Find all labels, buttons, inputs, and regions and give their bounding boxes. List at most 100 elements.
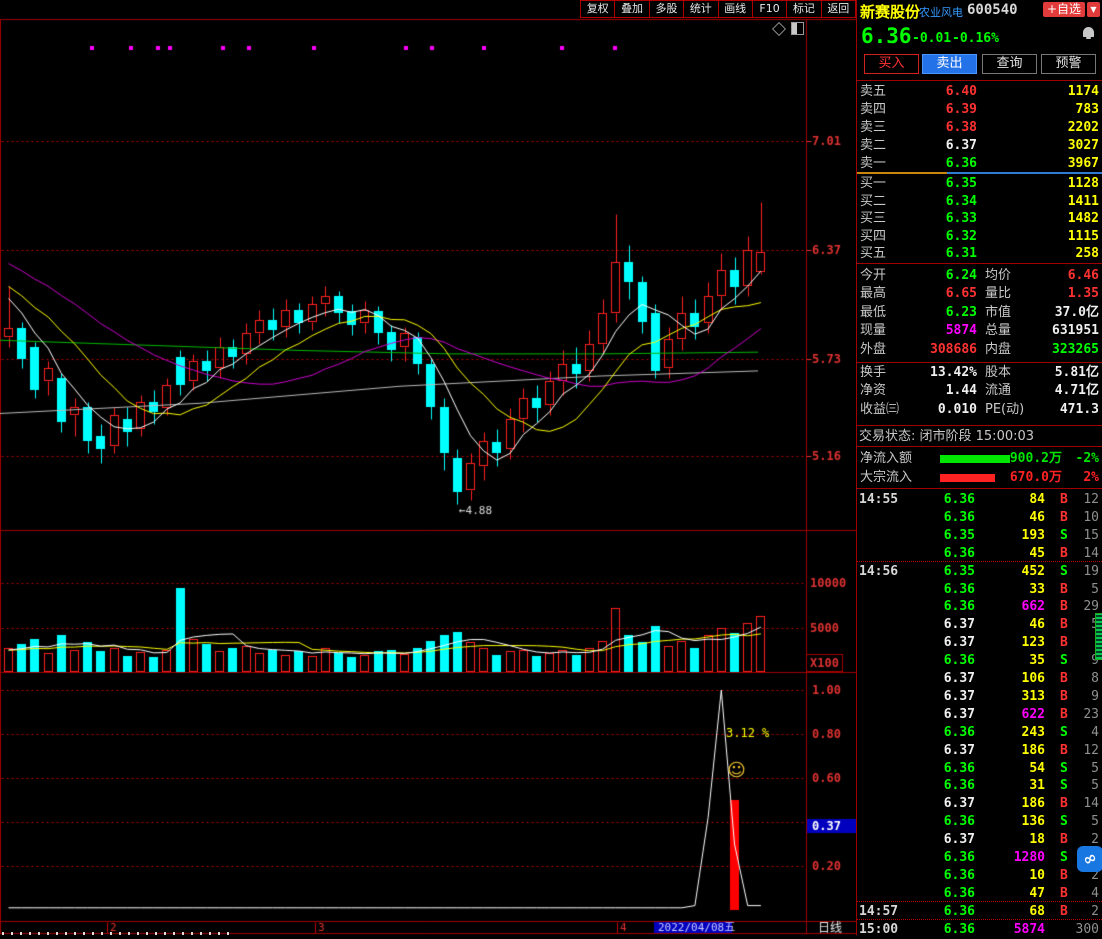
tape-side: S — [1060, 760, 1068, 778]
tape-row[interactable]: 6.36243S4 — [857, 724, 1102, 742]
stat-label: 内盘 — [985, 341, 1011, 359]
tape-side: S — [1060, 724, 1068, 742]
bid-row[interactable]: 买五6.31258 — [857, 245, 1102, 263]
tape-row[interactable]: 14:576.3668B2 — [857, 903, 1102, 921]
tape-row[interactable]: 6.37123B — [857, 634, 1102, 652]
tape-row[interactable]: 6.3631S5 — [857, 777, 1102, 795]
stat-value: 471.3 — [1060, 401, 1099, 419]
split-view-icon[interactable] — [791, 22, 804, 35]
tape-volume: 54 — [1029, 760, 1045, 778]
toolbar-button-F10[interactable]: F10 — [752, 0, 786, 18]
action-button-卖出[interactable]: 卖出 — [922, 54, 977, 74]
tape-volume: 45 — [1029, 545, 1045, 563]
ask-row[interactable]: 卖一6.363967 — [857, 155, 1102, 173]
ask-label: 卖二 — [860, 137, 886, 155]
tape-row[interactable]: 6.3647B4 — [857, 885, 1102, 903]
spread-divider-left — [857, 172, 947, 174]
tape-row[interactable]: 6.361280S — [857, 849, 1102, 867]
ask-volume: 2202 — [1068, 119, 1099, 137]
tape-time: 15:00 — [859, 921, 898, 939]
tape-price: 6.36 — [944, 509, 975, 527]
tape-side: B — [1060, 903, 1068, 921]
tape-volume: 33 — [1029, 581, 1045, 599]
flow-pct: -2% — [1076, 450, 1099, 468]
watchlist-dropdown-icon[interactable]: ▼ — [1087, 2, 1100, 17]
toolbar-button-返回[interactable]: 返回 — [821, 0, 856, 18]
separator — [857, 362, 1102, 363]
toolbar-button-统计[interactable]: 统计 — [683, 0, 717, 18]
tape-side: B — [1060, 831, 1068, 849]
tape-price: 6.37 — [944, 670, 975, 688]
tape-row[interactable]: 6.3635S9 — [857, 652, 1102, 670]
add-watchlist-button[interactable]: +自选 — [1043, 2, 1085, 17]
tape-price: 6.36 — [944, 652, 975, 670]
tape-row[interactable]: 14:556.3684B12 — [857, 491, 1102, 509]
tape-count: 5 — [1091, 813, 1099, 831]
stat-value: 6.23 — [946, 304, 977, 322]
tape-row[interactable]: 14:566.35452S19 — [857, 563, 1102, 581]
action-button-查询[interactable]: 查询 — [982, 54, 1037, 74]
toolbar-button-复权[interactable]: 复权 — [580, 0, 614, 18]
tape-price: 6.36 — [944, 545, 975, 563]
tape-row[interactable]: 6.35193S15 — [857, 527, 1102, 545]
tape-row[interactable]: 6.3654S5 — [857, 760, 1102, 778]
kline-chart-canvas[interactable] — [0, 0, 856, 935]
stat-label: 股本 — [985, 364, 1011, 382]
tape-row[interactable]: 6.3633B5 — [857, 581, 1102, 599]
toolbar-button-多股[interactable]: 多股 — [649, 0, 683, 18]
tape-side: B — [1060, 670, 1068, 688]
bid-row[interactable]: 买三6.331482 — [857, 210, 1102, 228]
tape-row[interactable]: 6.3746B5 — [857, 616, 1102, 634]
tape-row[interactable]: 6.3645B14 — [857, 545, 1102, 563]
tape-count: 5 — [1091, 760, 1099, 778]
tape-side: B — [1060, 581, 1068, 599]
tape-price: 6.37 — [944, 795, 975, 813]
bid-row[interactable]: 买四6.321115 — [857, 228, 1102, 246]
last-price: 6.36 — [861, 24, 912, 48]
tape-row[interactable]: 6.37313B9 — [857, 688, 1102, 706]
bid-row[interactable]: 买二6.341411 — [857, 193, 1102, 211]
action-button-预警[interactable]: 预警 — [1041, 54, 1096, 74]
tape-side: S — [1060, 563, 1068, 581]
tape-row[interactable]: 6.36662B29 — [857, 598, 1102, 616]
sector-link[interactable]: 农业风电 — [919, 4, 963, 20]
alert-bell-icon[interactable] — [1083, 27, 1094, 37]
ask-label: 卖一 — [860, 155, 886, 173]
tape-volume: 84 — [1029, 491, 1045, 509]
app-link-icon[interactable]: ∞ — [1077, 846, 1102, 872]
stat-label: 现量 — [860, 322, 886, 340]
tape-row[interactable]: 6.37186B12 — [857, 742, 1102, 760]
tape-row[interactable]: 6.37106B8 — [857, 670, 1102, 688]
bid-price: 6.32 — [946, 228, 977, 246]
ask-row[interactable]: 卖三6.382202 — [857, 119, 1102, 137]
toolbar-button-叠加[interactable]: 叠加 — [614, 0, 648, 18]
stat-label: PE(动) — [985, 401, 1024, 419]
ask-row[interactable]: 卖二6.373027 — [857, 137, 1102, 155]
tape-row[interactable]: 15:006.365874300 — [857, 921, 1102, 939]
ask-label: 卖五 — [860, 83, 886, 101]
bid-row[interactable]: 买一6.351128 — [857, 175, 1102, 193]
stat-label: 最高 — [860, 285, 886, 303]
ask-row[interactable]: 卖五6.401174 — [857, 83, 1102, 101]
tape-row[interactable]: 6.36136S5 — [857, 813, 1102, 831]
tape-volume: 186 — [1022, 795, 1045, 813]
toolbar-button-画线[interactable]: 画线 — [718, 0, 752, 18]
tape-count: 12 — [1083, 742, 1099, 760]
tape-price: 6.36 — [944, 849, 975, 867]
action-button-买入[interactable]: 买入 — [864, 54, 919, 74]
flow-value: 670.0万 — [1010, 469, 1062, 487]
bid-label: 买四 — [860, 228, 886, 246]
tape-side: B — [1060, 509, 1068, 527]
ask-row[interactable]: 卖四6.39783 — [857, 101, 1102, 119]
tape-row[interactable]: 6.3646B10 — [857, 509, 1102, 527]
tape-row[interactable]: 6.3610B2 — [857, 867, 1102, 885]
tape-scrollbar-thumb[interactable] — [1095, 613, 1102, 660]
tape-row[interactable]: 6.37186B14 — [857, 795, 1102, 813]
toolbar-button-标记[interactable]: 标记 — [786, 0, 820, 18]
tape-row[interactable]: 6.3718B2 — [857, 831, 1102, 849]
tape-row[interactable]: 6.37622B23 — [857, 706, 1102, 724]
tape-price: 6.36 — [944, 921, 975, 939]
tape-count: 9 — [1091, 688, 1099, 706]
tape-volume: 35 — [1029, 652, 1045, 670]
tape-count: 300 — [1076, 921, 1099, 939]
